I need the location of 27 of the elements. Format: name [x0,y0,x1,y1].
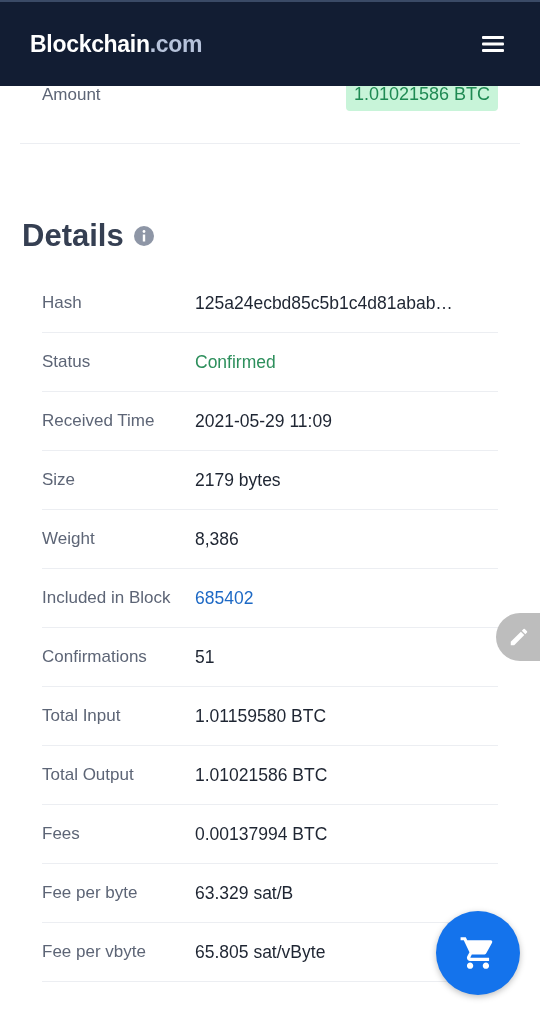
section-title: Details [22,218,124,254]
row-label: Fees [42,823,81,845]
row-label: Confirmations [42,646,148,668]
row-value: 51 [195,646,215,668]
block-link[interactable]: 685402 [195,587,254,609]
row-label: Weight [42,528,96,550]
row-value: 63.329 sat/B [195,882,294,904]
row-value: 8,386 [195,528,239,550]
row-value: 2179 bytes [195,469,281,491]
row-label: Status [42,351,92,373]
row-value: 65.805 sat/vByte [195,941,326,963]
row-label: Hash [42,292,83,314]
row-label: Total Output [42,764,135,786]
row-label: Size [42,469,77,491]
amount-label: Amount [42,84,101,105]
row-value: 2021-05-29 11:09 [195,410,332,432]
row-value: 1.01021586 BTC [195,764,328,786]
row-value: Confirmed [195,351,276,373]
row-label: Fee per byte [42,882,139,904]
row-value: 1.01159580 BTC [195,705,327,727]
row-label: Included in Block [42,587,172,609]
row-label: Total Input [42,705,122,727]
row-label: Fee per vbyte [42,941,147,963]
row-value: 0.00137994 BTC [195,823,328,845]
logo[interactable]: Blockchain.com [30,30,203,58]
row-label: Received Time [42,410,156,432]
row-value: 125a24ecbd85c5b1c4d81abab… [195,292,453,314]
